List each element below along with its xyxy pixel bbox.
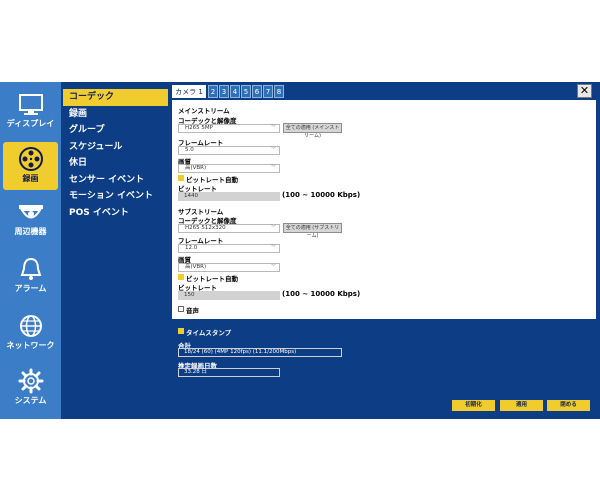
nav-label-peripherals: 周辺機器 [14,227,47,236]
tab-camera-8[interactable]: 8 [274,85,284,98]
substream-framerate-select[interactable]: 12.0 ﹀ [178,244,280,253]
gear-icon [18,368,43,394]
reset-button[interactable]: 初期化 [452,400,495,411]
globe-icon [19,315,42,337]
apply-button[interactable]: 適用 [500,400,543,411]
total-value-field: 18/24 (60) (4MP 120fps) (11.1/200Mbps) [178,348,342,357]
mainstream-heading: メインストリーム [178,107,230,115]
estimate-days-field: 33.28 日 [178,368,280,377]
tab-camera-2[interactable]: 2 [208,85,218,98]
nav-network[interactable]: ネットワーク [3,309,58,359]
nav-label-record: 録画 [22,174,39,183]
submenu-item-holiday[interactable]: 休日 [63,155,168,172]
substream-framerate-value: 12.0 [185,245,198,251]
timestamp-checkbox[interactable] [178,328,184,334]
submenu-item-codec[interactable]: コーデック [63,89,168,106]
bell-icon [20,257,41,280]
nav-label-alarm: アラーム [14,284,47,293]
submenu-item-pos-event[interactable]: POS イベント [63,205,168,222]
tab-camera-1[interactable]: カメラ 1 [172,85,206,98]
submenu-item-schedule[interactable]: スケジュール [63,139,168,156]
monitor-icon [18,94,43,115]
audio-label: 音声 [186,307,199,315]
chevron-down-icon: ﹀ [270,165,276,171]
tab-camera-4[interactable]: 4 [230,85,240,98]
nav-alarm[interactable]: アラーム [3,252,58,302]
substream-quality-value: 高(VBR) [185,264,207,270]
chevron-down-icon: ﹀ [270,125,276,131]
mainstream-codec-select[interactable]: H265 5MP ﹀ [178,124,280,133]
timestamp-label: タイムスタンプ [186,329,232,337]
mainstream-apply-all-button[interactable]: 全ての適用 (メインストリーム) [283,123,342,139]
mainstream-bitrate-auto-checkbox[interactable] [178,175,184,181]
codec-settings: カメラ 1 2 3 4 5 6 7 8 ✕ メインストリーム コーデックと解像度… [172,84,596,414]
mainstream-bitrate-field[interactable]: 1440 [178,192,280,201]
mainstream-quality-value: 高(VBR) [185,165,207,171]
mainstream-framerate-select[interactable]: 5.0 ﹀ [178,146,280,155]
substream-bitrate-auto-checkbox[interactable] [178,274,184,280]
record-submenu: コーデック 録画 グループ スケジュール 休日 センサー イベント モーション … [63,89,168,221]
chevron-down-icon: ﹀ [270,147,276,153]
substream-quality-select[interactable]: 高(VBR) ﹀ [178,263,280,272]
tab-camera-3[interactable]: 3 [219,85,229,98]
main-nav: ディスプレイ 録画 周辺機器 アラーム ネットワーク システム [0,82,61,419]
film-reel-icon [18,147,43,171]
tab-camera-5[interactable]: 5 [241,85,251,98]
chevron-down-icon: ﹀ [270,245,276,251]
mainstream-quality-select[interactable]: 高(VBR) ﹀ [178,164,280,173]
substream-codec-select[interactable]: H265 512x320 ﹀ [178,224,280,233]
substream-apply-all-button[interactable]: 全ての適用 (サブストリーム) [283,223,342,239]
submenu-item-group[interactable]: グループ [63,122,168,139]
codec-panel: メインストリーム コーデックと解像度 H265 5MP ﹀ 全ての適用 (メイン… [172,100,596,319]
chevron-down-icon: ﹀ [270,225,276,231]
audio-checkbox[interactable] [178,306,184,312]
nav-record[interactable]: 録画 [3,142,58,190]
mainstream-codec-value: H265 5MP [185,125,213,131]
mainstream-bitrate-range: (100 ~ 10000 Kbps) [282,191,361,199]
nav-label-system: システム [14,396,47,405]
close-icon[interactable]: ✕ [577,84,592,98]
mainstream-framerate-value: 5.0 [185,147,194,153]
substream-bitrate-field[interactable]: 150 [178,291,280,300]
tab-camera-6[interactable]: 6 [252,85,262,98]
nav-peripherals[interactable]: 周辺機器 [3,197,58,247]
submenu-item-record[interactable]: 録画 [63,106,168,123]
tab-camera-7[interactable]: 7 [263,85,273,98]
nav-label-network: ネットワーク [6,341,55,350]
dome-camera-icon [18,205,43,219]
dvr-settings-window: ディスプレイ 録画 周辺機器 アラーム ネットワーク システム コーデック 録画… [0,82,600,419]
nav-label-display: ディスプレイ [6,119,55,128]
substream-codec-value: H265 512x320 [185,225,226,231]
chevron-down-icon: ﹀ [270,264,276,270]
substream-bitrate-range: (100 ~ 10000 Kbps) [282,290,361,298]
submenu-item-motion-event[interactable]: モーション イベント [63,188,168,205]
nav-system[interactable]: システム [3,364,58,414]
close-button[interactable]: 閉める [547,400,590,411]
submenu-item-sensor-event[interactable]: センサー イベント [63,172,168,189]
nav-display[interactable]: ディスプレイ [3,89,58,139]
